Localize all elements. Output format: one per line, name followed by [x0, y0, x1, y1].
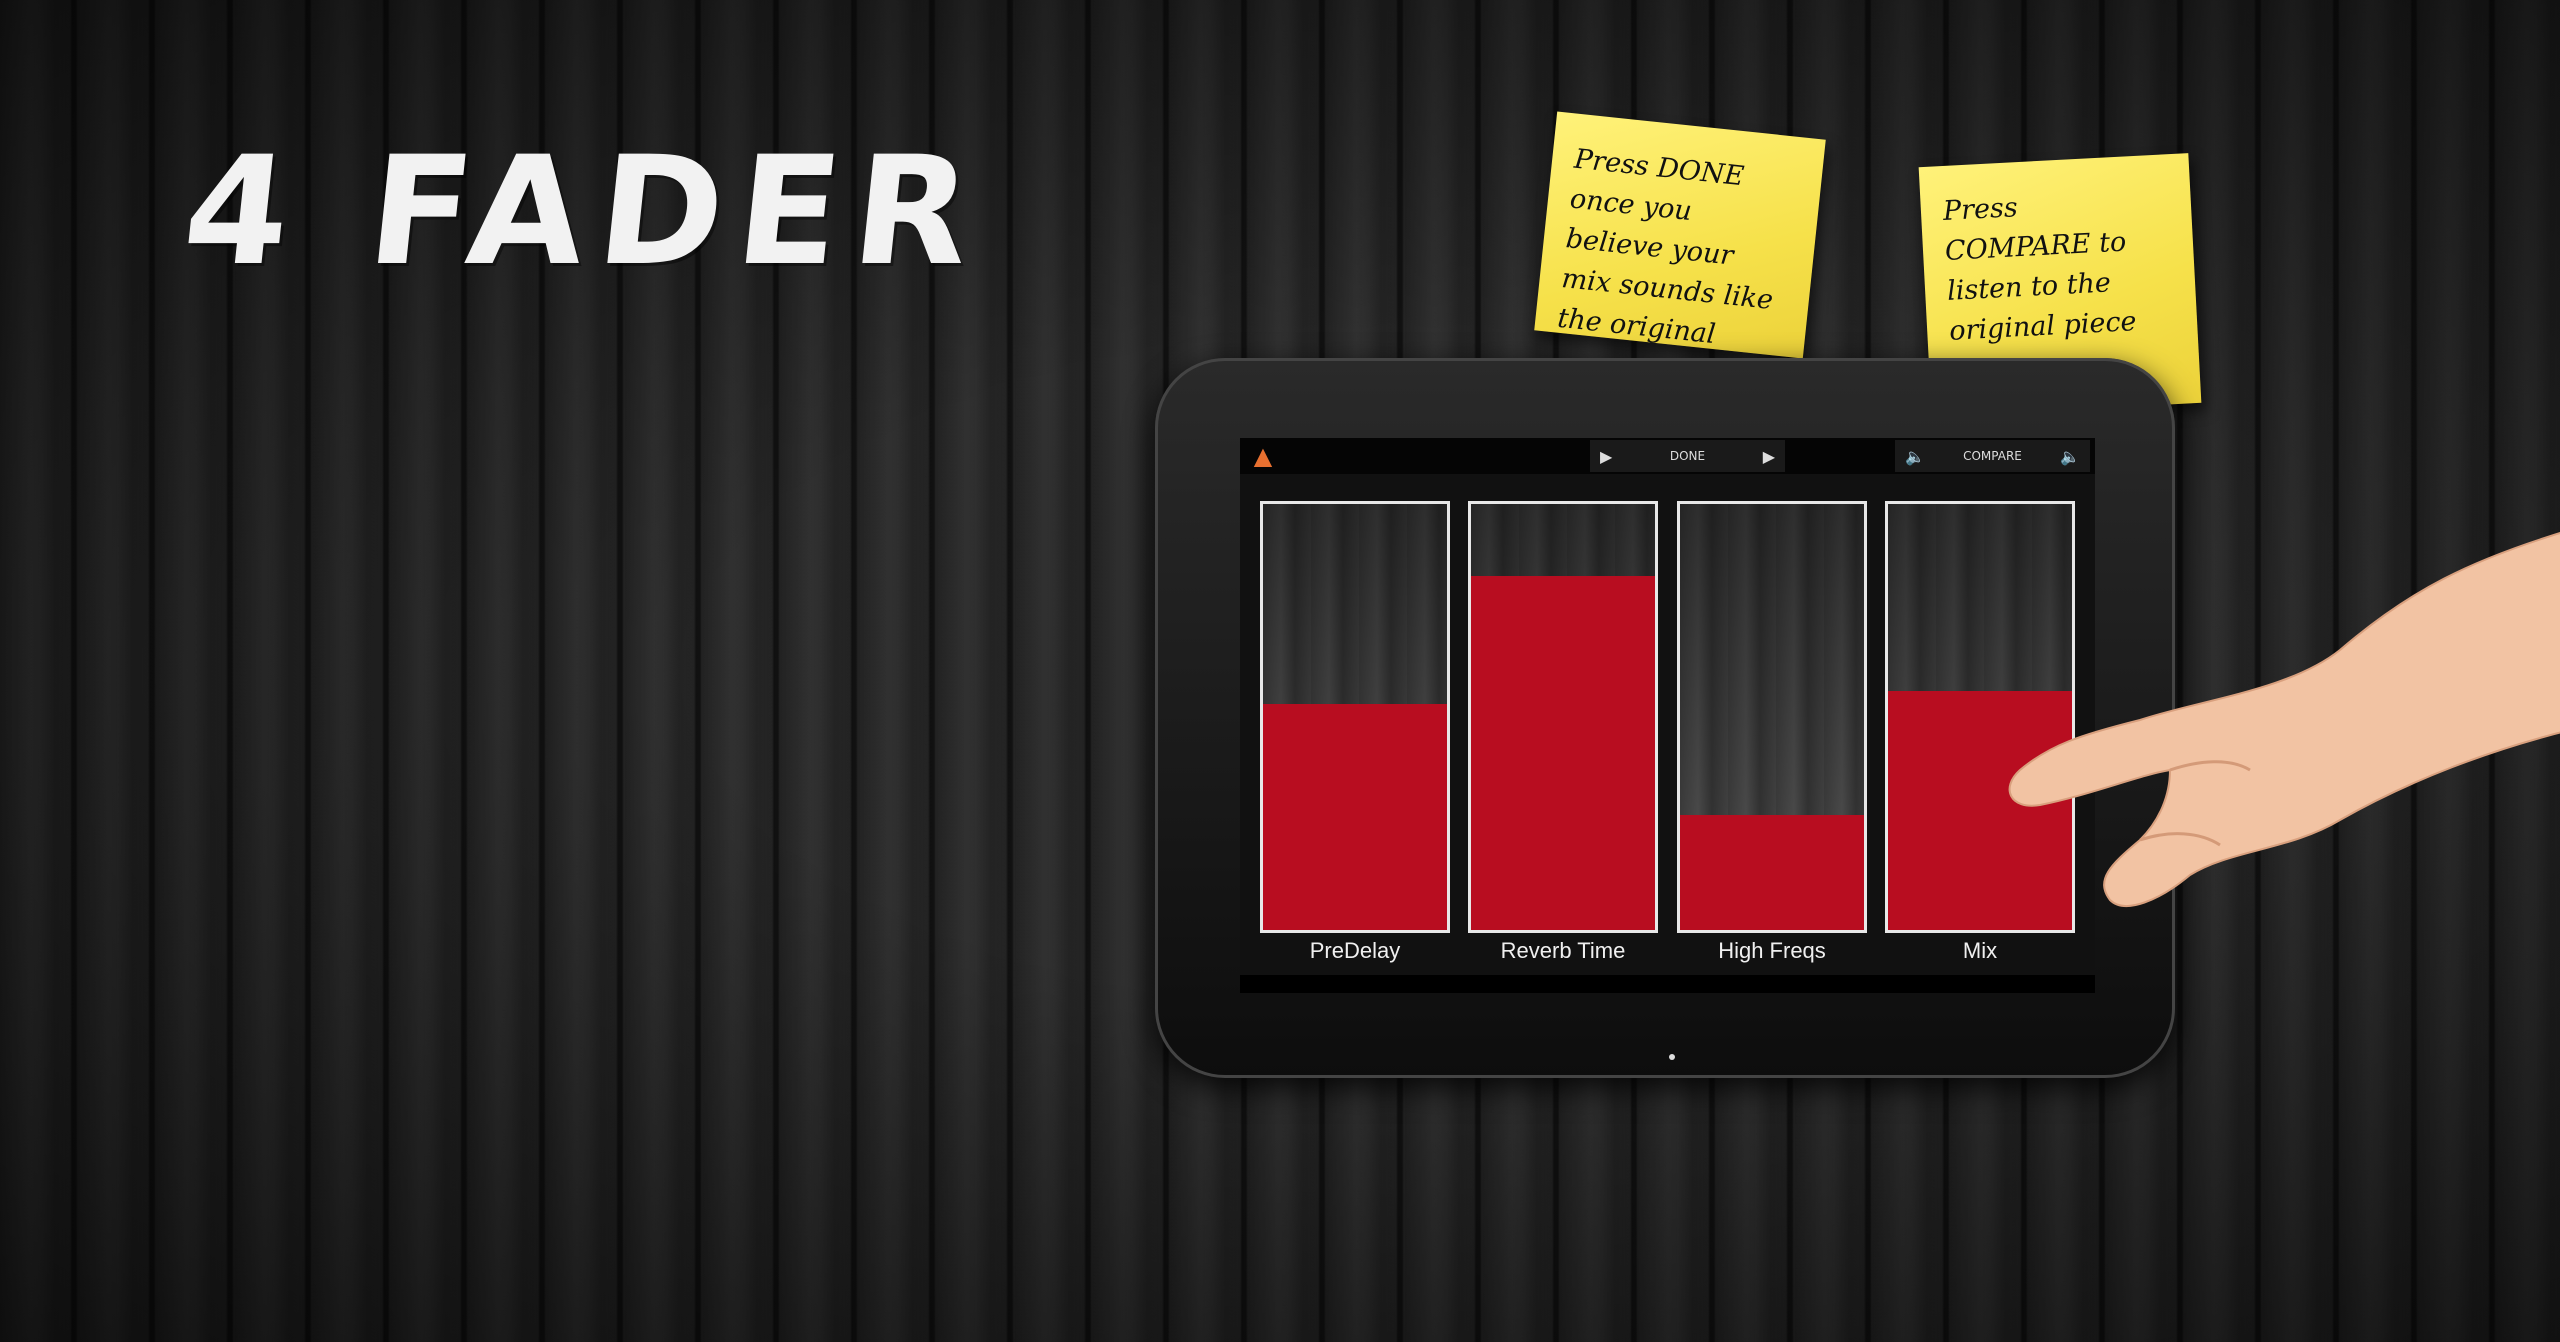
play-arrow-icon: ▶ — [1762, 446, 1775, 466]
fader-fill[interactable] — [1471, 576, 1655, 930]
fader-predelay[interactable]: PreDelay — [1260, 501, 1450, 981]
compare-button[interactable]: 🔈 COMPARE 🔈 — [1895, 440, 2090, 472]
fader-label: Mix — [1962, 938, 1998, 963]
hero-title: 4 FADER — [175, 125, 993, 299]
fader-label: PreDelay — [1309, 938, 1401, 963]
fader-label: Reverb Time — [1500, 938, 1626, 963]
app-toolbar: ▲ ▶ DONE ▶ 🔈 COMPARE 🔈 — [1240, 438, 2095, 474]
sticky-note-done: Press DONE once you believe your mix sou… — [1534, 111, 1826, 359]
fader-track[interactable] — [1677, 501, 1867, 933]
fader-track[interactable] — [1260, 501, 1450, 933]
compare-button-label: COMPARE — [1963, 449, 2022, 463]
fader-reverb-time[interactable]: Reverb Time — [1468, 501, 1658, 981]
fader-label: High Freqs — [1718, 938, 1826, 963]
fader-high-freqs[interactable]: High Freqs — [1677, 501, 1867, 981]
app-logo-icon: ▲ — [1253, 442, 1273, 470]
speaker-icon: 🔈 — [1905, 446, 1925, 466]
pointing-hand-image — [2008, 532, 2560, 907]
home-indicator — [1669, 1054, 1675, 1060]
play-arrow-icon: ▶ — [1600, 446, 1613, 466]
fader-fill[interactable] — [1263, 704, 1447, 930]
fader-track[interactable] — [1468, 501, 1658, 933]
done-button-label: DONE — [1669, 449, 1706, 463]
speaker-icon: 🔈 — [2060, 446, 2080, 466]
done-button[interactable]: ▶ DONE ▶ — [1590, 440, 1785, 472]
navigation-bar — [1240, 975, 2095, 993]
fader-fill[interactable] — [1680, 814, 1864, 930]
